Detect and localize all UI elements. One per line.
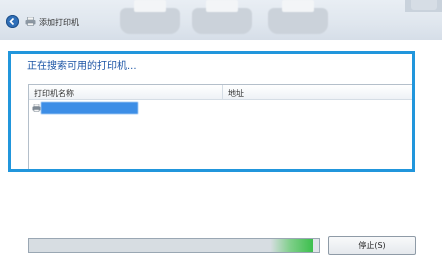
column-header-printer-name[interactable]: 打印机名称 — [34, 88, 74, 99]
window-title: 添加打印机 — [39, 18, 79, 27]
stop-button[interactable]: 停止(S) — [328, 236, 416, 255]
back-arrow-icon[interactable] — [6, 15, 19, 28]
close-button[interactable] — [405, 0, 442, 12]
title-bar: 添加打印机 — [0, 0, 442, 40]
progress-fill — [29, 239, 314, 252]
printer-address-cell — [226, 104, 366, 114]
search-progress-bar — [28, 238, 320, 253]
column-header-address[interactable]: 地址 — [228, 88, 244, 99]
printer-name-cell[interactable] — [41, 102, 138, 114]
list-header: 打印机名称 地址 — [29, 85, 414, 100]
list-item[interactable] — [29, 101, 414, 116]
page-heading: 正在搜索可用的打印机... — [27, 61, 137, 72]
column-divider — [222, 85, 223, 99]
printer-icon — [25, 17, 36, 26]
printer-icon — [32, 104, 41, 112]
printer-list[interactable]: 打印机名称 地址 — [28, 84, 415, 170]
